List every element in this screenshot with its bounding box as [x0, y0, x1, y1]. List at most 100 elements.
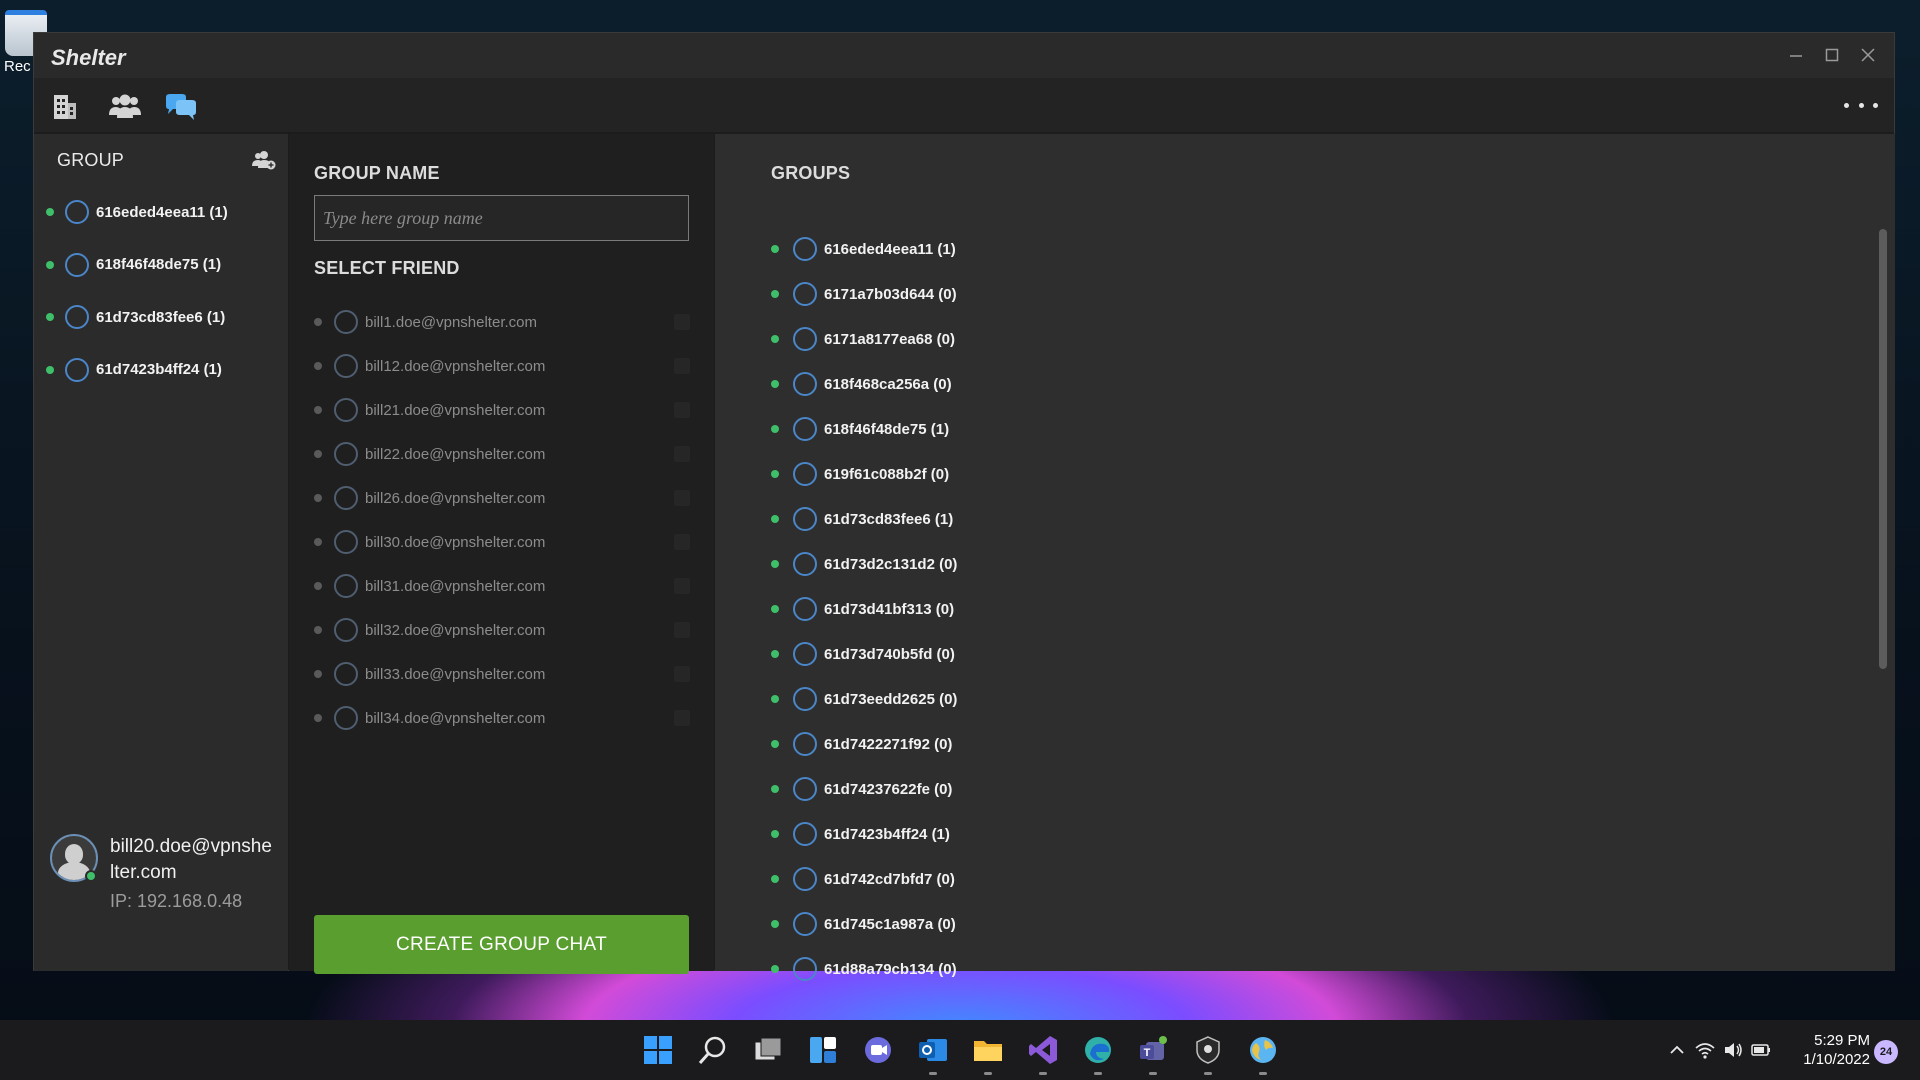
friend-email: bill30.doe@vpnshelter.com: [365, 533, 546, 551]
group-name: 616eded4eea11 (1): [824, 240, 956, 258]
friend-list-item[interactable]: bill1.doe@vpnshelter.com: [289, 307, 714, 337]
teams-button[interactable]: T: [1137, 1034, 1169, 1066]
friend-list-item[interactable]: bill30.doe@vpnshelter.com: [289, 527, 714, 557]
status-dot: [314, 670, 322, 678]
wifi-icon[interactable]: [1694, 1039, 1716, 1061]
status-dot: [314, 538, 322, 546]
friend-checkbox[interactable]: [674, 666, 690, 682]
chevron-up-icon[interactable]: [1666, 1039, 1688, 1061]
groups-list-item[interactable]: 616eded4eea11 (1): [715, 234, 1895, 264]
groups-list-item[interactable]: 61d73d2c131d2 (0): [715, 549, 1895, 579]
groups-list-item[interactable]: 6171a7b03d644 (0): [715, 279, 1895, 309]
outlook-button[interactable]: [917, 1034, 949, 1066]
running-indicator: [1204, 1072, 1212, 1075]
running-indicator: [1259, 1072, 1267, 1075]
edge-button[interactable]: [1082, 1034, 1114, 1066]
widgets-button[interactable]: [807, 1034, 839, 1066]
group-name: 618f468ca256a (0): [824, 375, 952, 393]
taskbar-clock[interactable]: 5:29 PM 1/10/2022: [1798, 1031, 1870, 1069]
group-list-item[interactable]: 61d73cd83fee6 (1): [34, 302, 288, 332]
friend-checkbox[interactable]: [674, 358, 690, 374]
friend-email: bill32.doe@vpnshelter.com: [365, 621, 546, 639]
visual-studio-button[interactable]: [1027, 1034, 1059, 1066]
friend-checkbox[interactable]: [674, 314, 690, 330]
task-view-button[interactable]: [752, 1034, 784, 1066]
status-dot: [771, 920, 779, 928]
groups-list-item[interactable]: 61d73d41bf313 (0): [715, 594, 1895, 624]
group-avatar-icon: [793, 642, 817, 666]
friend-checkbox[interactable]: [674, 534, 690, 550]
clock-date: 1/10/2022: [1803, 1051, 1870, 1068]
friend-checkbox[interactable]: [674, 710, 690, 726]
create-group-chat-button[interactable]: CREATE GROUP CHAT: [314, 915, 689, 974]
groups-list-item[interactable]: 61d7423b4ff24 (1): [715, 819, 1895, 849]
friend-list-item[interactable]: bill34.doe@vpnshelter.com: [289, 703, 714, 733]
friend-checkbox[interactable]: [674, 622, 690, 638]
friend-list-item[interactable]: bill22.doe@vpnshelter.com: [289, 439, 714, 469]
clock-time: 5:29 PM: [1814, 1032, 1870, 1049]
status-dot: [771, 335, 779, 343]
add-group-icon[interactable]: [252, 150, 278, 170]
friend-checkbox[interactable]: [674, 402, 690, 418]
friend-checkbox[interactable]: [674, 578, 690, 594]
friend-checkbox[interactable]: [674, 490, 690, 506]
status-dot: [771, 650, 779, 658]
group-avatar-icon: [334, 618, 358, 642]
maximize-icon: [1825, 48, 1839, 62]
groups-list-item[interactable]: 6171a8177ea68 (0): [715, 324, 1895, 354]
group-avatar-icon: [793, 282, 817, 306]
building-icon[interactable]: [52, 93, 82, 121]
groups-list-item[interactable]: 61d742cd7bfd7 (0): [715, 864, 1895, 894]
groups-list-item[interactable]: 61d73cd83fee6 (1): [715, 504, 1895, 534]
groups-list-item[interactable]: 61d7422271f92 (0): [715, 729, 1895, 759]
maximize-button[interactable]: [1814, 39, 1850, 71]
scrollbar-thumb[interactable]: [1879, 229, 1887, 669]
chat-button[interactable]: [862, 1034, 894, 1066]
group-list-item[interactable]: 618f46f48de75 (1): [34, 250, 288, 280]
close-button[interactable]: [1850, 39, 1886, 71]
friend-checkbox[interactable]: [674, 446, 690, 462]
battery-icon[interactable]: [1750, 1039, 1772, 1061]
friend-list-item[interactable]: bill26.doe@vpnshelter.com: [289, 483, 714, 513]
volume-icon[interactable]: [1722, 1039, 1744, 1061]
friend-list-item[interactable]: bill21.doe@vpnshelter.com: [289, 395, 714, 425]
notification-badge[interactable]: 24: [1874, 1040, 1898, 1064]
group-avatar-icon: [793, 957, 817, 981]
friend-list-item[interactable]: bill33.doe@vpnshelter.com: [289, 659, 714, 689]
group-list-item[interactable]: 61d7423b4ff24 (1): [34, 355, 288, 385]
status-dot: [314, 582, 322, 590]
groups-list-item[interactable]: 61d88a79cb134 (0): [715, 954, 1895, 984]
group-avatar-icon: [793, 462, 817, 486]
groups-list-item[interactable]: 61d73eedd2625 (0): [715, 684, 1895, 714]
status-dot: [771, 605, 779, 613]
friend-list-item[interactable]: bill32.doe@vpnshelter.com: [289, 615, 714, 645]
more-options-button[interactable]: [1844, 93, 1878, 117]
globe-app-button[interactable]: [1247, 1034, 1279, 1066]
friend-list-item[interactable]: bill31.doe@vpnshelter.com: [289, 571, 714, 601]
chat-bubbles-icon[interactable]: [164, 93, 198, 121]
start-button[interactable]: [642, 1034, 674, 1066]
app-button[interactable]: [1192, 1034, 1224, 1066]
groups-list-item[interactable]: 61d745c1a987a (0): [715, 909, 1895, 939]
group-name-input[interactable]: [314, 195, 689, 241]
groups-scrollbar[interactable]: [1879, 229, 1887, 959]
search-button[interactable]: [697, 1034, 729, 1066]
user-ip: IP: 192.168.0.48: [110, 891, 243, 911]
groups-list-item[interactable]: 618f46f48de75 (1): [715, 414, 1895, 444]
friend-list-item[interactable]: bill12.doe@vpnshelter.com: [289, 351, 714, 381]
groups-list-item[interactable]: 61d74237622fe (0): [715, 774, 1895, 804]
system-tray: [1666, 1020, 1778, 1080]
status-dot: [46, 365, 54, 374]
group-avatar-icon: [793, 597, 817, 621]
video-chat-icon: [865, 1037, 891, 1063]
file-explorer-button[interactable]: [972, 1034, 1004, 1066]
group-avatar-icon: [334, 442, 358, 466]
group-panel-title: GROUP: [57, 150, 125, 170]
groups-list-item[interactable]: 618f468ca256a (0): [715, 369, 1895, 399]
group-list-item[interactable]: 616eded4eea11 (1): [34, 197, 288, 227]
groups-list-item[interactable]: 61d73d740b5fd (0): [715, 639, 1895, 669]
minimize-button[interactable]: [1778, 39, 1814, 71]
users-icon[interactable]: [108, 93, 142, 121]
group-name: 61d73cd83fee6 (1): [824, 510, 954, 528]
groups-list-item[interactable]: 619f61c088b2f (0): [715, 459, 1895, 489]
